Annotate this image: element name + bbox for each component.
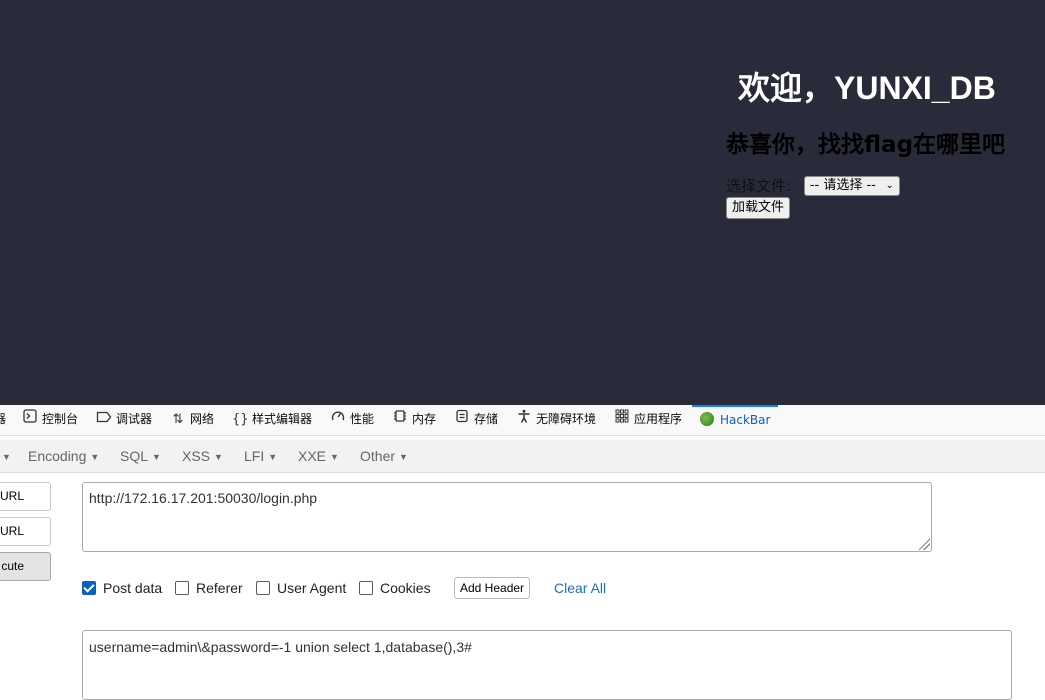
tab-performance[interactable]: 性能 [330,405,374,435]
tab-inspector[interactable]: 器 [0,405,6,435]
menu-label: XXE [298,448,327,464]
caret-down-icon: ▼ [152,452,161,462]
user-agent-checkbox[interactable]: User Agent [256,577,346,599]
tab-label: 器 [0,412,6,426]
tab-label: 内存 [412,412,437,426]
menu-encoding[interactable]: Encoding ▼ [28,440,99,472]
menu-label: Encoding [28,448,87,464]
menu-label: Other [360,448,396,464]
menu-label: XSS [182,448,211,464]
menu-other[interactable]: Other ▼ [360,440,408,472]
load-url-button[interactable]: URL [0,482,51,511]
checkbox-icon [359,581,373,595]
hackbar-panel: URL URL cute http://172.16.17.201:50030/… [0,473,1045,700]
tab-console[interactable]: 控制台 [22,405,78,435]
file-select-label: 选择文件: [726,177,792,195]
tab-label: 控制台 [42,412,79,426]
debugger-icon [96,405,112,434]
devtools-toolbar: 器 控制台 调试器 ⇅ 网络 {}样式编辑器 性能 内存 存储 无障碍环境 [0,405,1045,436]
file-select-value: -- 请选择 -- [809,177,876,193]
menu-label: SQL [120,448,149,464]
caret-down-icon: ▼ [399,452,408,462]
caret-down-icon: ▼ [2,452,11,462]
network-icon: ⇅ [172,412,184,427]
caret-down-icon: ▼ [268,452,278,462]
tab-label: HackBar [720,413,771,427]
tab-memory[interactable]: 内存 [392,405,436,435]
welcome-heading: 欢迎，YUNXI_DB [738,70,996,106]
storage-icon [454,405,470,434]
user-agent-label: User Agent [277,580,347,596]
tab-label: 性能 [350,412,375,426]
caret-down-icon: ▼ [330,452,339,462]
tab-hackbar[interactable]: HackBar [692,405,779,435]
checkbox-icon [175,581,189,595]
caret-down-icon: ▼ [90,452,100,462]
style-editor-icon: {} [232,412,249,427]
post-data-checkbox[interactable]: Post data [82,577,162,599]
hackbar-icon [700,412,714,426]
tab-style-editor[interactable]: {} 样式编辑器 [232,405,312,435]
menu-lfi[interactable]: LFI ▼ [244,440,277,472]
menu-xss[interactable]: XSS ▼ [182,440,223,472]
clear-all-link[interactable]: Clear All [554,577,606,599]
chevron-down-icon: ⌄ [885,179,894,191]
cookies-label: Cookies [380,580,431,596]
referer-checkbox[interactable]: Referer [175,577,243,599]
file-select-row: 选择文件: -- 请选择 -- ⌄ [726,175,900,196]
post-data-textarea[interactable]: username=admin\&password=-1 union select… [82,630,1012,700]
resize-grip-icon[interactable] [918,538,930,550]
checkbox-checked-icon [82,581,96,595]
subtitle-heading: 恭喜你，找找flag在哪里吧 [726,132,1006,158]
add-header-button[interactable]: Add Header [454,577,531,599]
checkbox-icon [256,581,270,595]
tab-network[interactable]: ⇅ 网络 [170,405,214,435]
tab-debugger[interactable]: 调试器 [96,405,152,435]
menu-sql[interactable]: SQL ▼ [120,440,161,472]
post-data-value: username=admin\&password=-1 union select… [89,639,472,655]
tab-label: 存储 [474,412,499,426]
menu-label: LFI [244,448,265,464]
load-file-button[interactable]: 加载文件 [726,197,791,219]
page-viewport: 欢迎，YUNXI_DB 恭喜你，找找flag在哪里吧 选择文件: -- 请选择 … [0,0,1045,405]
console-icon [22,405,38,434]
tab-label: 应用程序 [634,412,683,426]
cookies-checkbox[interactable]: Cookies [359,577,431,599]
tab-storage[interactable]: 存储 [454,405,498,435]
tab-label: 网络 [190,412,215,426]
tab-application[interactable]: 应用程序 [614,405,682,435]
tab-label: 无障碍环境 [536,412,597,426]
application-icon [614,405,630,434]
tab-accessibility[interactable]: 无障碍环境 [516,405,596,435]
post-data-label: Post data [103,580,163,596]
accessibility-icon [516,405,532,434]
hackbar-menu: ▼ Encoding ▼ SQL ▼ XSS ▼ LFI ▼ XXE ▼ Other ▼ [0,440,1045,473]
url-value: http://172.16.17.201:50030/login.php [89,490,318,506]
menu-load-dropdown[interactable]: ▼ [0,440,11,472]
file-select[interactable]: -- 请选择 -- ⌄ [803,175,900,196]
memory-icon [392,405,408,434]
referer-label: Referer [196,580,243,596]
url-textarea[interactable]: http://172.16.17.201:50030/login.php [82,482,932,552]
performance-icon [330,405,346,434]
menu-xxe[interactable]: XXE ▼ [298,440,339,472]
tab-label: 调试器 [116,412,153,426]
caret-down-icon: ▼ [214,452,223,462]
split-url-button[interactable]: URL [0,517,51,546]
execute-button[interactable]: cute [0,552,51,581]
tab-label: 样式编辑器 [252,412,313,426]
